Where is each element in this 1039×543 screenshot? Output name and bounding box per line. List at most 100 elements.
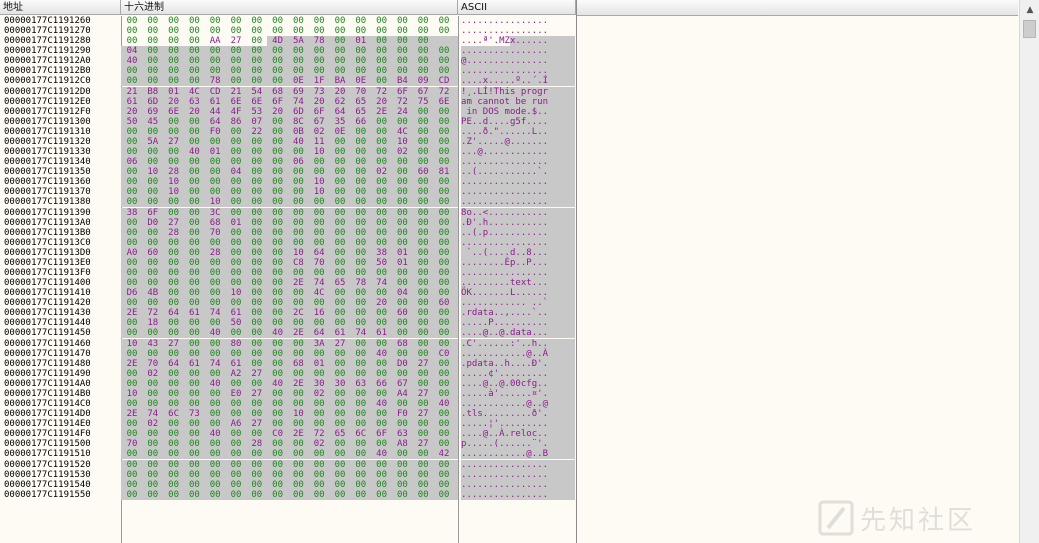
hex-byte[interactable]: 00 — [228, 449, 244, 459]
hex-byte[interactable]: 00 — [207, 349, 223, 359]
hex-byte[interactable]: 00 — [353, 258, 369, 268]
hex-byte[interactable]: 00 — [249, 470, 265, 480]
hex-byte[interactable]: 00 — [145, 389, 161, 399]
hex-byte[interactable]: 00 — [166, 470, 182, 480]
hex-byte[interactable]: 00 — [270, 218, 286, 228]
hex-byte[interactable]: 01 — [353, 36, 369, 46]
table-row[interactable]: 00000177C11914D0 2E 74 6C 73 00 00 00 00 10 00 00 00… — [0, 409, 576, 420]
hex-byte[interactable]: 10 — [166, 187, 182, 197]
hex-byte[interactable]: 00 — [145, 56, 161, 66]
hex-byte[interactable]: 00 — [166, 238, 182, 248]
hex-byte[interactable]: 00 — [374, 66, 390, 76]
hex-byte[interactable]: 10 — [228, 288, 244, 298]
hex-byte[interactable]: 00 — [436, 26, 452, 36]
hex-byte[interactable]: 00 — [311, 46, 327, 56]
hex-byte[interactable]: 00 — [186, 117, 202, 127]
hex-byte[interactable]: 72 — [311, 429, 327, 439]
hex-byte[interactable]: 6E — [249, 97, 265, 107]
hex-byte[interactable]: 00 — [249, 258, 265, 268]
hex-byte[interactable]: 00 — [186, 258, 202, 268]
table-row[interactable]: 00000177C1191320 00 5A 27 00 00 00 00 00 40 11 00 00… — [0, 136, 576, 147]
hex-byte[interactable]: 00 — [207, 298, 223, 308]
hex-byte[interactable]: 00 — [436, 328, 452, 338]
row-ascii[interactable]: .tls.........ð'. — [461, 409, 548, 419]
hex-byte[interactable]: 6F — [270, 97, 286, 107]
hex-byte[interactable]: 61 — [186, 308, 202, 318]
hex-byte[interactable]: 00 — [290, 389, 306, 399]
hex-byte[interactable]: 00 — [311, 218, 327, 228]
table-row[interactable]: 00000177C11912B0 00 00 00 00 00 00 00 00 00 00 00 00… — [0, 66, 576, 77]
table-row[interactable]: 00000177C1191400 00 00 00 00 00 00 00 00 2E 74 65 78… — [0, 278, 576, 289]
hex-byte[interactable]: 00 — [124, 127, 140, 137]
hex-byte[interactable]: 02 — [394, 147, 410, 157]
hex-byte[interactable]: 50 — [374, 258, 390, 268]
hex-byte[interactable]: 00 — [186, 369, 202, 379]
row-ascii[interactable]: ................ — [461, 268, 548, 278]
hex-byte[interactable]: D0 — [145, 218, 161, 228]
hex-byte[interactable]: 00 — [374, 177, 390, 187]
hex-byte[interactable]: 00 — [145, 429, 161, 439]
hex-byte[interactable]: 00 — [166, 26, 182, 36]
hex-byte[interactable]: 00 — [270, 56, 286, 66]
hex-byte[interactable]: 00 — [207, 389, 223, 399]
hex-byte[interactable]: 6D — [145, 97, 161, 107]
hex-byte[interactable]: 00 — [249, 56, 265, 66]
hex-byte[interactable]: 00 — [166, 278, 182, 288]
hex-byte[interactable]: 00 — [270, 288, 286, 298]
hex-byte[interactable]: 00 — [415, 127, 431, 137]
hex-byte[interactable]: 70 — [145, 359, 161, 369]
hex-byte[interactable]: 3A — [311, 339, 327, 349]
hex-byte[interactable]: 00 — [332, 147, 348, 157]
hex-byte[interactable]: 00 — [290, 480, 306, 490]
hex-byte[interactable]: 3C — [207, 208, 223, 218]
hex-byte[interactable]: 00 — [249, 36, 265, 46]
hex-byte[interactable]: 00 — [290, 419, 306, 429]
hex-byte[interactable]: 00 — [353, 238, 369, 248]
hex-byte[interactable]: 28 — [207, 248, 223, 258]
hex-byte[interactable]: 65 — [353, 97, 369, 107]
hex-byte[interactable]: 00 — [270, 76, 286, 86]
hex-byte[interactable]: 40 — [124, 56, 140, 66]
table-row[interactable]: 00000177C1191340 06 00 00 00 00 00 00 00 06 00 00 00… — [0, 157, 576, 168]
hex-byte[interactable]: 00 — [249, 197, 265, 207]
row-ascii[interactable]: ................ — [461, 16, 548, 26]
hex-byte[interactable]: 00 — [207, 238, 223, 248]
hex-byte[interactable]: 00 — [311, 16, 327, 26]
address-column-header[interactable]: 地址 — [0, 0, 121, 15]
hex-byte[interactable]: 5A — [145, 137, 161, 147]
hex-byte[interactable]: 00 — [249, 429, 265, 439]
hex-byte[interactable]: 00 — [249, 409, 265, 419]
hex-byte[interactable]: 10 — [311, 147, 327, 157]
hex-byte[interactable]: 00 — [415, 419, 431, 429]
hex-byte[interactable]: 6E — [436, 97, 452, 107]
hex-byte[interactable]: 00 — [249, 480, 265, 490]
hex-byte[interactable]: 00 — [207, 460, 223, 470]
hex-byte[interactable]: 27 — [166, 137, 182, 147]
hex-byte[interactable]: 69 — [290, 87, 306, 97]
hex-byte[interactable]: 00 — [186, 389, 202, 399]
hex-byte[interactable]: 00 — [166, 248, 182, 258]
row-ascii[interactable]: ...@............ — [461, 147, 548, 157]
hex-byte[interactable]: 00 — [270, 157, 286, 167]
hex-byte[interactable]: 81 — [436, 167, 452, 177]
hex-byte[interactable]: 40 — [186, 147, 202, 157]
hex-byte[interactable]: 00 — [249, 238, 265, 248]
hex-byte[interactable]: 61 — [228, 359, 244, 369]
hex-byte[interactable]: 00 — [332, 157, 348, 167]
hex-byte[interactable]: 00 — [332, 36, 348, 46]
hex-byte[interactable]: 00 — [290, 449, 306, 459]
hex-byte[interactable]: 00 — [166, 328, 182, 338]
table-row[interactable]: 00000177C1191370 00 00 10 00 00 00 00 00 00 10 00 00… — [0, 187, 576, 198]
hex-byte[interactable]: 00 — [415, 137, 431, 147]
hex-byte[interactable]: 00 — [290, 268, 306, 278]
hex-byte[interactable]: 00 — [332, 318, 348, 328]
hex-byte[interactable]: 64 — [311, 248, 327, 258]
hex-byte[interactable]: 00 — [228, 439, 244, 449]
hex-byte[interactable]: 02 — [311, 389, 327, 399]
hex-byte[interactable]: 24 — [394, 107, 410, 117]
hex-byte[interactable]: 00 — [145, 66, 161, 76]
hex-byte[interactable]: 00 — [145, 238, 161, 248]
hex-byte[interactable]: 00 — [415, 197, 431, 207]
hex-byte[interactable]: 00 — [374, 16, 390, 26]
hex-byte[interactable]: 00 — [145, 278, 161, 288]
